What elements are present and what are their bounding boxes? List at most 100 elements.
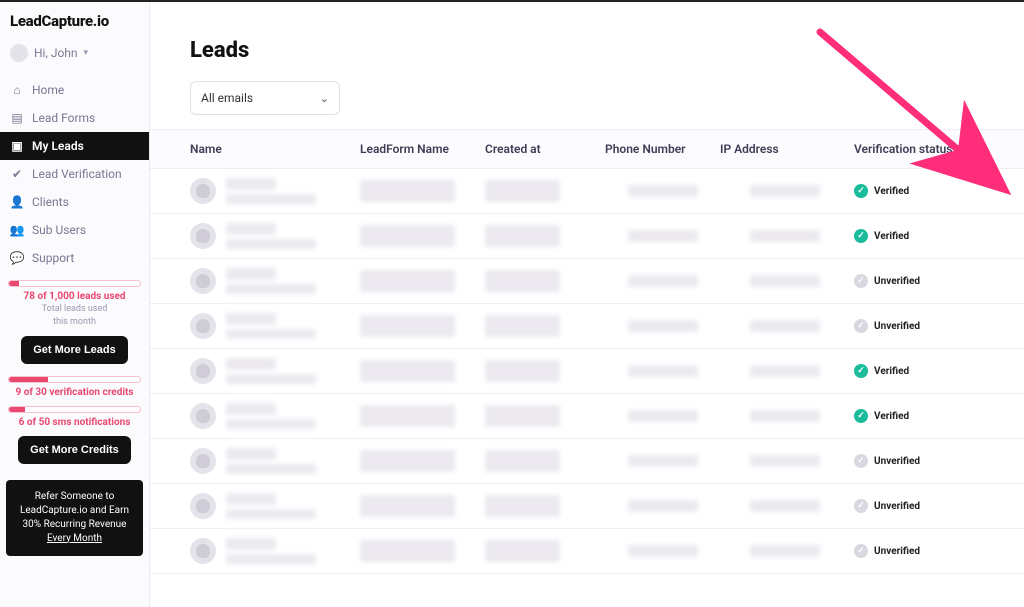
created-cell [485, 315, 605, 337]
col-name[interactable]: Name [190, 142, 360, 156]
user-menu[interactable]: Hi, John ▾ [0, 40, 149, 72]
form-cell [360, 450, 485, 472]
col-status[interactable]: Verification status [850, 142, 1012, 156]
support-icon: 💬 [10, 251, 24, 265]
name-cell [226, 403, 360, 429]
status-text: Unverified [874, 546, 920, 557]
col-created[interactable]: Created at [485, 142, 605, 156]
status-text: Unverified [874, 321, 920, 332]
col-form[interactable]: LeadForm Name [360, 142, 485, 156]
name-cell [226, 448, 360, 474]
name-cell [226, 538, 360, 564]
ip-cell [720, 365, 850, 377]
get-more-leads-button[interactable]: Get More Leads [21, 336, 128, 364]
table-row[interactable]: ✓Unverified [150, 259, 1024, 304]
lead-avatar [190, 268, 216, 294]
table-row[interactable]: ✓Verified [150, 394, 1024, 439]
form-cell [360, 225, 485, 247]
created-cell [485, 225, 605, 247]
ip-cell [720, 545, 850, 557]
status-text: Verified [874, 366, 909, 377]
check-circle-icon: ✓ [854, 364, 868, 378]
leads-usage-label: 78 of 1,000 leads used [8, 291, 141, 302]
form-cell [360, 540, 485, 562]
main-content: Leads All emails ⌄ Name LeadForm Name Cr… [150, 2, 1024, 607]
form-cell [360, 360, 485, 382]
table-row[interactable]: ✓Unverified [150, 484, 1024, 529]
refer-line: LeadCapture.io and Earn [14, 504, 135, 518]
table-row[interactable]: ✓ Unverified [150, 304, 1024, 349]
status-cell: ✓Unverified [850, 454, 1012, 468]
circle-icon: ✓ [854, 319, 868, 333]
sidebar-item-lead-forms[interactable]: ▤Lead Forms [0, 104, 149, 132]
col-phone[interactable]: Phone Number [605, 142, 720, 156]
sidebar-item-my-leads[interactable]: ▣My Leads [0, 132, 149, 160]
sidebar-item-label: Lead Verification [32, 167, 122, 181]
user-greeting: Hi, John [34, 46, 78, 60]
phone-cell [605, 545, 720, 557]
name-cell [226, 268, 360, 294]
phone-cell [605, 365, 720, 377]
table-row[interactable]: ✓Unverified [150, 439, 1024, 484]
form-cell [360, 495, 485, 517]
table-row[interactable]: ✓ Verified [150, 349, 1024, 394]
sidebar: LeadCapture.io Hi, John ▾ ⌂Home▤Lead For… [0, 2, 150, 607]
forms-icon: ▤ [10, 111, 24, 125]
status-cell: ✓Verified [850, 409, 1012, 423]
usage-sms: 6 of 50 sms notifications Get More Credi… [0, 406, 149, 468]
status-cell: ✓Unverified [850, 499, 1012, 513]
sidebar-nav: ⌂ Home ▤Lead Forms▣My Leads ✔ Lead Verificat… [0, 76, 149, 272]
col-ip[interactable]: IP Address [720, 142, 850, 156]
user-avatar [10, 44, 28, 62]
phone-cell [605, 455, 720, 467]
circle-icon: ✓ [854, 499, 868, 513]
table-row[interactable]: ✓Unverified [150, 529, 1024, 574]
referral-promo[interactable]: Refer Someone to LeadCapture.io and Earn… [6, 480, 143, 556]
status-cell: ✓Verified [850, 184, 1012, 198]
sidebar-item-label: Home [32, 83, 64, 97]
table-row[interactable]: ✓ Verified [150, 214, 1024, 259]
created-cell [485, 270, 605, 292]
lead-avatar [190, 223, 216, 249]
check-circle-icon: ✓ [854, 184, 868, 198]
circle-icon: ✓ [854, 274, 868, 288]
created-cell [485, 180, 605, 202]
sms-usage-label: 6 of 50 sms notifications [8, 417, 141, 428]
verification-progress [8, 376, 141, 383]
sms-progress [8, 406, 141, 413]
lead-avatar [190, 178, 216, 204]
table-body: ✓ Verified ✓ Verified ✓ Unverified ✓ Unverified… [150, 169, 1024, 574]
sidebar-item-support[interactable]: 💬Support [0, 244, 149, 272]
lead-avatar [190, 493, 216, 519]
sidebar-item-label: Clients [32, 195, 69, 209]
filter-row: All emails ⌄ [150, 81, 1024, 129]
leads-progress [8, 280, 141, 287]
verification-usage-label: 9 of 30 verification credits [8, 387, 141, 398]
sidebar-item-clients[interactable]: 👤 Clients [0, 188, 149, 216]
status-text: Verified [874, 231, 909, 242]
sidebar-item-lead-verification[interactable]: ✔ Lead Verification [0, 160, 149, 188]
sidebar-item-sub-users[interactable]: 👥Sub Users [0, 216, 149, 244]
chevron-down-icon: ⌄ [320, 92, 329, 105]
ip-cell [720, 185, 850, 197]
clients-icon: 👤 [10, 195, 24, 209]
form-cell [360, 180, 485, 202]
usage-verification: 9 of 30 verification credits [0, 376, 149, 398]
created-cell [485, 495, 605, 517]
home-icon: ⌂ [10, 83, 24, 97]
verify-icon: ✔ [10, 167, 24, 181]
table-row[interactable]: ✓Verified [150, 169, 1024, 214]
sidebar-item-home[interactable]: ⌂ Home [0, 76, 149, 104]
name-cell [226, 493, 360, 519]
table-header: Name LeadForm Name Created at Phone Numb… [150, 129, 1024, 169]
name-cell [226, 313, 360, 339]
refer-line: Refer Someone to [14, 490, 135, 504]
check-circle-icon: ✓ [854, 229, 868, 243]
usage-leads: 78 of 1,000 leads used Total leads used … [0, 280, 149, 368]
phone-cell [605, 275, 720, 287]
name-cell [226, 178, 360, 204]
form-cell [360, 315, 485, 337]
get-more-credits-button[interactable]: Get More Credits [18, 436, 131, 464]
name-cell [226, 223, 360, 249]
email-filter-dropdown[interactable]: All emails ⌄ [190, 81, 340, 115]
